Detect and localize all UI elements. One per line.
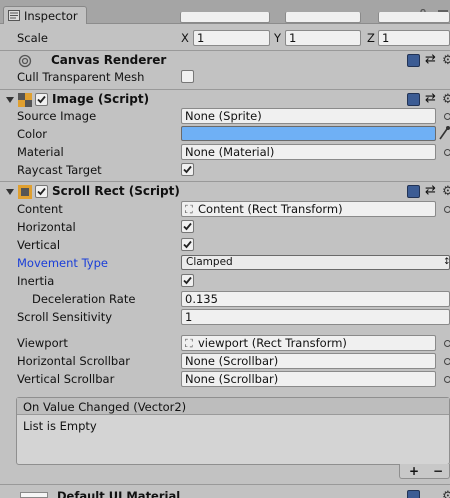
inertia-checkbox[interactable]: [181, 274, 194, 287]
scroll-sensitivity-label: Scroll Sensitivity: [17, 310, 113, 324]
checkmark-icon: [183, 165, 192, 174]
color-swatch[interactable]: [181, 126, 436, 141]
event-footer: + −: [399, 464, 450, 479]
scroll-rect-header[interactable]: Scroll Rect (Script) ⇄ ⚙: [0, 182, 450, 202]
add-listener-button[interactable]: +: [409, 464, 419, 478]
gear-icon[interactable]: ⚙: [442, 93, 450, 106]
dropdown-arrows-icon: ↕: [443, 257, 450, 267]
source-image-label: Source Image: [17, 109, 97, 123]
image-component-icon: [18, 93, 32, 107]
deceleration-rate-label: Deceleration Rate: [32, 292, 136, 306]
image-script-header[interactable]: Image (Script) ⇄ ⚙: [0, 90, 450, 110]
vertical-label: Vertical: [17, 238, 61, 252]
preset-icon[interactable]: ⇄: [425, 52, 436, 67]
default-ui-material-title[interactable]: Default UI Material: [57, 489, 180, 498]
color-label: Color: [17, 127, 48, 141]
checkmark-icon: [37, 95, 46, 104]
help-book-icon[interactable]: [407, 185, 420, 198]
movement-type-label: Movement Type: [17, 256, 108, 270]
preset-icon[interactable]: ⇄: [425, 183, 436, 198]
image-enabled-checkbox[interactable]: [35, 93, 48, 106]
script-component-icon: [18, 185, 32, 199]
material-preview-thumbnail: [20, 492, 48, 498]
source-image-field[interactable]: None (Sprite): [181, 108, 436, 124]
position-z-field-partial[interactable]: [378, 12, 450, 23]
object-picker-icon[interactable]: [444, 376, 450, 383]
position-y-field-partial[interactable]: [285, 12, 361, 23]
content-field-value: Content (Rect Transform): [198, 202, 343, 216]
tab-label: Inspector: [24, 9, 78, 23]
canvas-renderer-header[interactable]: Canvas Renderer ⇄ ⚙: [0, 51, 450, 71]
cull-transparent-mesh-label: Cull Transparent Mesh: [17, 70, 145, 84]
viewport-label: Viewport: [17, 336, 68, 350]
tab-inspector[interactable]: Inspector: [3, 6, 87, 24]
help-book-icon[interactable]: [407, 54, 420, 67]
scroll-rect-title: Scroll Rect (Script): [52, 184, 180, 198]
object-picker-icon[interactable]: [444, 340, 450, 347]
vertical-scrollbar-field[interactable]: None (Scrollbar): [181, 371, 436, 387]
object-picker-icon[interactable]: [444, 149, 450, 156]
preset-icon[interactable]: ⇄: [425, 91, 436, 106]
material-field[interactable]: None (Material): [181, 144, 436, 160]
horizontal-checkbox[interactable]: [181, 220, 194, 233]
horizontal-scrollbar-label: Horizontal Scrollbar: [17, 354, 130, 368]
content-field[interactable]: ⛶ Content (Rect Transform): [181, 201, 436, 217]
canvas-renderer-title: Canvas Renderer: [51, 53, 167, 67]
foldout-arrow-icon[interactable]: [6, 189, 14, 195]
help-book-icon[interactable]: [407, 93, 420, 106]
eyedropper-icon[interactable]: [438, 125, 450, 141]
content-label: Content: [17, 202, 63, 216]
vertical-scrollbar-label: Vertical Scrollbar: [17, 372, 115, 386]
event-list-empty: List is Empty: [23, 419, 97, 433]
material-label: Material: [17, 145, 64, 159]
on-value-changed-event: On Value Changed (Vector2) List is Empty: [16, 397, 450, 465]
canvas-renderer-icon: [18, 54, 32, 68]
checkmark-icon: [183, 222, 192, 231]
gear-icon[interactable]: ⚙: [442, 490, 450, 498]
raycast-target-label: Raycast Target: [17, 163, 102, 177]
object-picker-icon[interactable]: [444, 206, 450, 213]
scale-x-label: X: [181, 31, 189, 45]
scale-z-label: Z: [367, 31, 375, 45]
vertical-checkbox[interactable]: [181, 238, 194, 251]
scale-z-field[interactable]: 1: [378, 30, 450, 46]
viewport-field-value: viewport (Rect Transform): [198, 336, 347, 350]
help-book-icon[interactable]: [407, 490, 420, 498]
event-header: On Value Changed (Vector2): [17, 398, 449, 415]
horizontal-scrollbar-field[interactable]: None (Scrollbar): [181, 353, 436, 369]
horizontal-label: Horizontal: [17, 220, 76, 234]
rect-transform-icon: ⛶: [185, 337, 193, 350]
separator: [0, 484, 450, 485]
scale-y-field[interactable]: 1: [285, 30, 361, 46]
position-x-field-partial[interactable]: [180, 12, 270, 23]
inertia-label: Inertia: [17, 274, 55, 288]
image-script-title: Image (Script): [52, 92, 150, 106]
object-picker-icon[interactable]: [444, 113, 450, 120]
viewport-field[interactable]: ⛶ viewport (Rect Transform): [181, 335, 436, 351]
deceleration-rate-field[interactable]: 0.135: [181, 291, 450, 307]
gear-icon[interactable]: ⚙: [442, 54, 450, 67]
scroll-rect-enabled-checkbox[interactable]: [35, 185, 48, 198]
movement-type-dropdown[interactable]: Clamped ↕: [181, 255, 450, 270]
checkmark-icon: [183, 276, 192, 285]
gear-icon[interactable]: ⚙: [442, 185, 450, 198]
rect-transform-icon: ⛶: [185, 203, 193, 216]
foldout-arrow-icon[interactable]: [6, 97, 14, 103]
checkmark-icon: [183, 240, 192, 249]
scale-x-field[interactable]: 1: [193, 30, 270, 46]
remove-listener-button[interactable]: −: [433, 464, 443, 478]
cull-transparent-mesh-checkbox[interactable]: [181, 70, 194, 83]
raycast-target-checkbox[interactable]: [181, 163, 194, 176]
scale-label: Scale: [17, 31, 48, 45]
event-title: On Value Changed (Vector2): [23, 400, 187, 414]
inspector-icon: [8, 10, 20, 21]
scroll-sensitivity-field[interactable]: 1: [181, 309, 450, 325]
checkmark-icon: [37, 187, 46, 196]
object-picker-icon[interactable]: [444, 358, 450, 365]
scale-y-label: Y: [274, 31, 282, 45]
movement-type-value: Clamped: [186, 256, 233, 268]
